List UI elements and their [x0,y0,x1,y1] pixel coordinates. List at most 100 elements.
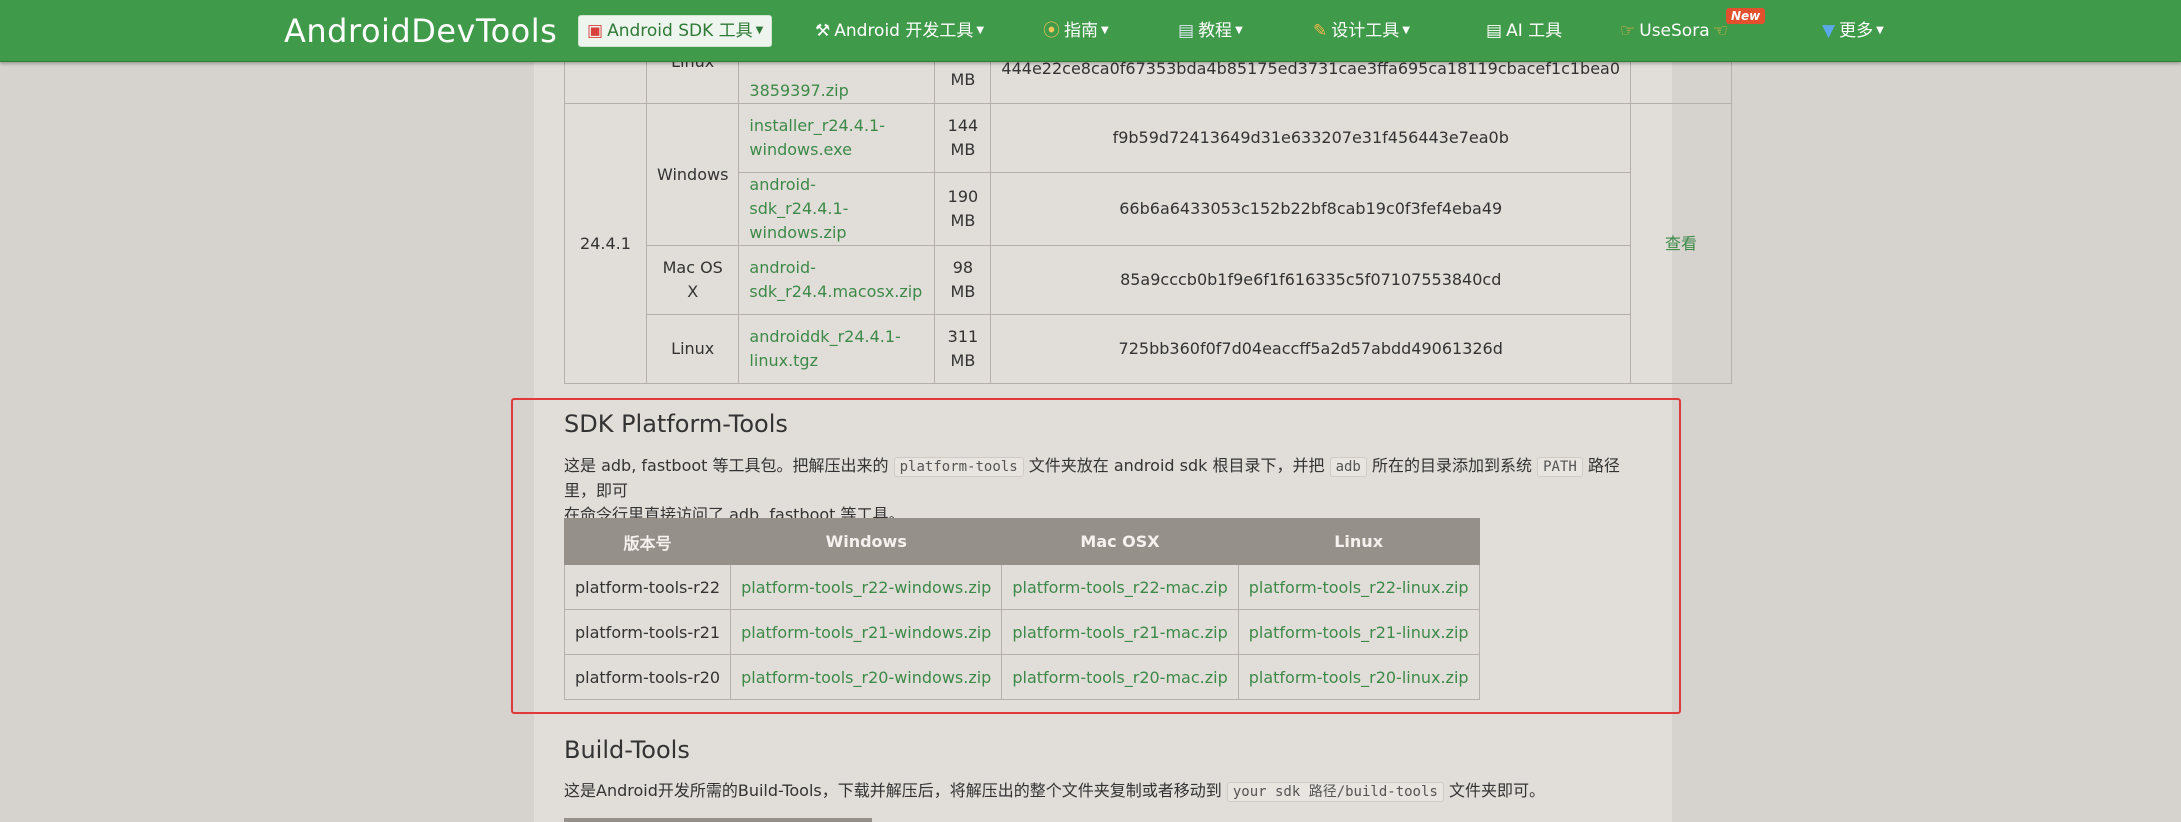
download-link[interactable]: android-sdk_r24.4.1-windows.zip [749,173,909,245]
download-link[interactable]: platform-tools_r22-mac.zip [1012,578,1227,597]
nav-design-tools[interactable]: ✎ 设计工具 ▼ [1313,16,1410,46]
toolbox-icon: ▣ [587,21,604,41]
compass-icon: ⦿ [1043,21,1060,41]
file-cell: android-sdk_r24.4.macosx.zip [738,245,936,315]
caret-down-icon: ▼ [1101,25,1109,36]
nav-usesora[interactable]: ☞ UseSora ☜ [1620,16,1732,46]
mac-cell: platform-tools_r21-mac.zip [1001,609,1239,655]
download-link[interactable]: platform-tools_r22-windows.zip [741,578,991,597]
caret-down-icon: ▼ [1235,25,1243,36]
size-text: 98 MB [950,258,976,301]
linux-cell: platform-tools_r22-linux.zip [1237,564,1480,610]
download-link[interactable]: platform-tools_r20-linux.zip [1249,668,1469,687]
download-link[interactable]: platform-tools_r21-mac.zip [1012,623,1227,642]
windows-cell: platform-tools_r21-windows.zip [730,609,1003,655]
file-cell: android-sdk_r24.4.1-windows.zip [738,172,936,246]
linux-cell: platform-tools_r21-linux.zip [1237,609,1480,655]
site-logo[interactable]: AndroidDevTools [284,12,557,50]
os-cell: Windows [645,103,740,246]
robot-icon: ▤ [1486,21,1503,41]
desc-text: 文件夹放在 android sdk 根目录下，并把 [1028,456,1325,475]
os-cell: Linux [645,314,740,384]
nav-more[interactable]: ▼ 更多 ▼ [1822,16,1884,46]
download-link[interactable]: 3859397.zip [749,81,848,100]
download-link[interactable]: platform-tools_r20-mac.zip [1012,668,1227,687]
desc-text: 这是Android开发所需的Build-Tools，下载并解压后，将解压出的整个… [564,781,1222,800]
nav-label: 指南 [1064,21,1098,41]
caret-down-icon: ▼ [976,25,985,36]
column-header: Mac OSX [1001,518,1239,565]
nav-ai-tools[interactable]: ▤ AI 工具 [1486,16,1562,46]
nav-label: Android 开发工具 [834,21,974,41]
column-header: 版本号 [563,518,732,565]
pointing-hand-left-icon: ☜ [1712,21,1728,41]
nav-guide[interactable]: ⦿ 指南 ▼ [1043,16,1109,46]
size-text: 144 MB [947,116,979,159]
nav-label: AI 工具 [1506,21,1563,41]
nav-label: 更多 [1839,21,1874,41]
file-cell: androiddk_r24.4.1-linux.tgz [738,314,936,384]
paintbrush-icon: ✎ [1313,21,1328,41]
table-row: platform-tools-r21 platform-tools_r21-wi… [563,609,1480,655]
desc-text: 文件夹即可。 [1448,781,1545,800]
inline-code: your sdk 路径/build-tools [1226,782,1444,802]
desc-text: 这是 adb, fastboot 等工具包。把解压出来的 [564,456,889,475]
hammer-icon: ⚒ [815,21,831,41]
sha-cell: 85a9cccb0b1f9e6f1f616335c5f07107553840cd [990,245,1632,315]
sha-cell: f9b59d72413649d31e633207e31f456443e7ea0b [990,103,1632,173]
download-link[interactable]: platform-tools_r22-linux.zip [1249,578,1469,597]
inline-code: adb [1329,457,1367,477]
size-cell: 144 MB [934,103,992,173]
column-header: Windows [730,518,1003,565]
download-link[interactable]: androiddk_r24.4.1-linux.tgz [749,325,909,373]
sha-cell: 66b6a6433053c152b22bf8cab19c0f3fef4eba49 [990,172,1632,246]
table-header-edge [564,818,872,822]
size-text: 311 MB [947,327,979,370]
caret-down-icon: ▼ [1402,25,1410,36]
download-link[interactable]: platform-tools_r21-windows.zip [741,623,991,642]
desc-text: 所在的目录添加到系统 [1371,456,1532,475]
mac-cell: platform-tools_r22-mac.zip [1001,564,1239,610]
nav-label: UseSora [1639,21,1710,41]
table-header-row: 版本号 Windows Mac OSX Linux [563,518,1480,565]
platform-tools-table: 版本号 Windows Mac OSX Linux platform-tools… [563,518,1480,700]
view-link[interactable]: 查看 [1665,234,1697,253]
nav-label: 教程 [1198,21,1233,41]
nav-tutorial[interactable]: ▤ 教程 ▼ [1178,16,1243,46]
platform-tools-description: 这是 adb, fastboot 等工具包。把解压出来的 platform-to… [564,454,1644,527]
table-row: Linux androiddk_r24.4.1-linux.tgz 311 MB… [565,314,1732,384]
windows-cell: platform-tools_r22-windows.zip [730,564,1003,610]
inline-code: PATH [1537,457,1583,477]
table-row: android-sdk_r24.4.1-windows.zip 190 MB 6… [565,172,1732,246]
book-icon: ▤ [1178,21,1195,41]
os-cell: Mac OS X [645,245,740,315]
size-text: 190 MB [947,187,979,230]
nav-android-sdk-tools[interactable]: ▣ Android SDK 工具 ▼ [578,15,773,47]
version-cell: platform-tools-r21 [563,609,732,655]
inline-code: platform-tools [893,457,1024,477]
caret-down-icon: ▼ [1876,25,1884,36]
nav-label: 设计工具 [1331,21,1400,41]
version-cell: platform-tools-r22 [563,564,732,610]
section-title-platform-tools: SDK Platform-Tools [564,410,788,438]
nav-label: Android SDK 工具 [607,21,753,41]
table-row: platform-tools-r20 platform-tools_r20-wi… [563,654,1480,700]
download-link[interactable]: android-sdk_r24.4.macosx.zip [749,256,922,304]
nav-android-dev-tools[interactable]: ⚒ Android 开发工具 ▼ [815,16,984,46]
table-row: platform-tools-r22 platform-tools_r22-wi… [563,564,1480,610]
caret-down-icon: ▼ [755,25,764,36]
triangle-down-icon: ▼ [1822,21,1836,41]
size-cell: 311 MB [934,314,992,384]
version-cell: platform-tools-r20 [563,654,732,700]
download-link[interactable]: platform-tools_r21-linux.zip [1249,623,1469,642]
top-navbar: AndroidDevTools ▣ Android SDK 工具 ▼ ⚒ Androi… [0,0,2181,62]
download-link[interactable]: installer_r24.4.1-windows.exe [749,114,909,162]
windows-cell: platform-tools_r20-windows.zip [730,654,1003,700]
version-cell: 24.4.1 [564,103,647,384]
column-header: Linux [1237,518,1480,565]
linux-cell: platform-tools_r20-linux.zip [1237,654,1480,700]
download-link[interactable]: platform-tools_r20-windows.zip [741,668,991,687]
sha-cell: 725bb360f0f7d04eaccff5a2d57abdd49061326d [990,314,1632,384]
table-row: 24.4.1 Windows installer_r24.4.1-windows… [564,103,1733,384]
sdk-versions-table: Linux 3859397.zip MB 444e22ce8ca0f67353b… [564,20,1733,384]
